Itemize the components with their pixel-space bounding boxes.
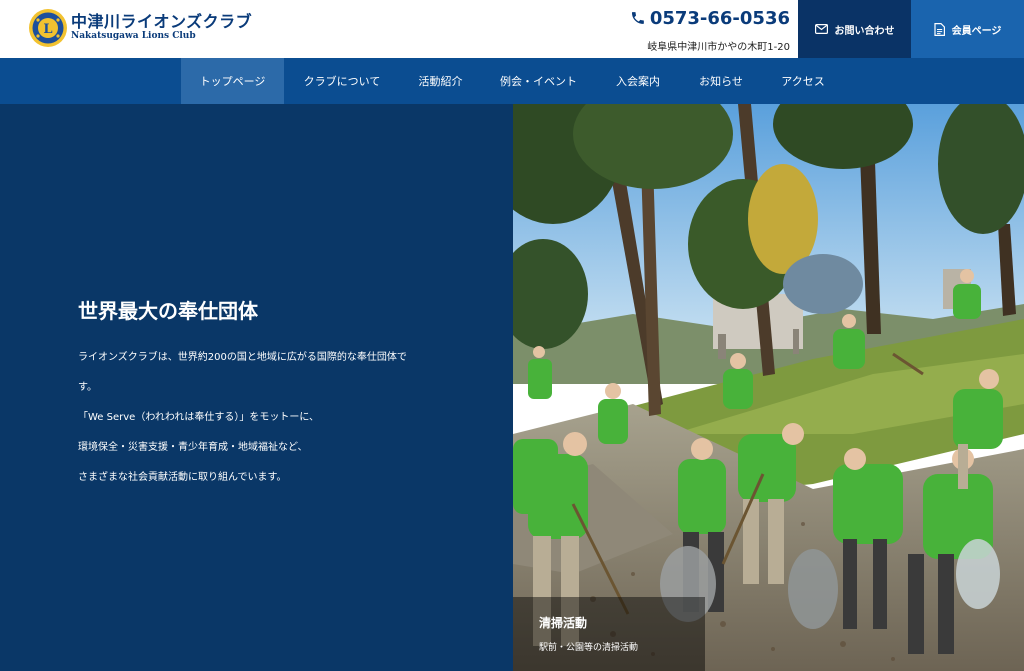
nav-item-access[interactable]: アクセス	[766, 58, 840, 104]
hero-line: さまざまな社会貢献活動に取り組んでいます。	[78, 472, 287, 483]
member-label: 会員ページ	[951, 25, 1002, 37]
hero-title: 世界最大の奉仕団体	[78, 299, 258, 323]
lions-emblem-icon[interactable]: L	[28, 8, 68, 48]
caption-title: 清掃活動	[539, 616, 588, 630]
nav-item-news[interactable]: お知らせ	[686, 58, 756, 104]
caption-subtitle: 駅前・公園等の清掃活動	[539, 643, 639, 653]
phone-number[interactable]: 0573-66-0536	[650, 8, 790, 29]
document-icon	[933, 22, 945, 36]
nav-item-about[interactable]: クラブについて	[290, 58, 394, 104]
nav-item-meetings-events[interactable]: 例会・イベント	[487, 58, 590, 104]
hero-photo	[513, 104, 1024, 671]
hero-line: 環境保全・災害支援・青少年育成・地域福祉など、	[78, 442, 308, 453]
address: 岐阜県中津川市かやの木町1-20	[647, 42, 790, 53]
hero-line: す。	[78, 382, 97, 393]
hero-description: ライオンズクラブは、世界約200の国と地域に広がる国際的な奉仕団体で す。 「W…	[78, 343, 450, 493]
hero-line: 「We Serve（われわれは奉仕する）」をモットーに、	[78, 412, 320, 423]
member-page-button[interactable]: 会員ページ	[911, 0, 1024, 58]
site-header: L 中津川ライオンズクラブ Nakatsugawa Lions Club 057…	[0, 0, 1024, 58]
phone-icon	[631, 12, 644, 24]
brand-name-en: Nakatsugawa Lions Club	[71, 31, 196, 41]
phone-row[interactable]: 0573-66-0536	[630, 6, 790, 30]
brand-name-jp: 中津川ライオンズクラブ	[71, 12, 253, 31]
brand[interactable]: 中津川ライオンズクラブ Nakatsugawa Lions Club	[71, 12, 252, 42]
inquiry-label: お問い合わせ	[834, 25, 895, 37]
photo-caption: 清掃活動 駅前・公園等の清掃活動	[513, 597, 705, 671]
mail-icon	[814, 24, 828, 34]
contact-info: 0573-66-0536 岐阜県中津川市かやの木町1-20	[630, 6, 790, 53]
nav-item-activities[interactable]: 活動紹介	[404, 58, 477, 104]
main-nav: トップページ クラブについて 活動紹介 例会・イベント 入会案内 お知らせ アク…	[0, 58, 1024, 104]
svg-text:L: L	[43, 22, 52, 37]
nav-item-top[interactable]: トップページ	[181, 58, 284, 104]
inquiry-button[interactable]: お問い合わせ	[798, 0, 911, 58]
nav-item-membership[interactable]: 入会案内	[600, 58, 676, 104]
hero-line: ライオンズクラブは、世界約200の国と地域に広がる国際的な奉仕団体で	[78, 352, 407, 363]
